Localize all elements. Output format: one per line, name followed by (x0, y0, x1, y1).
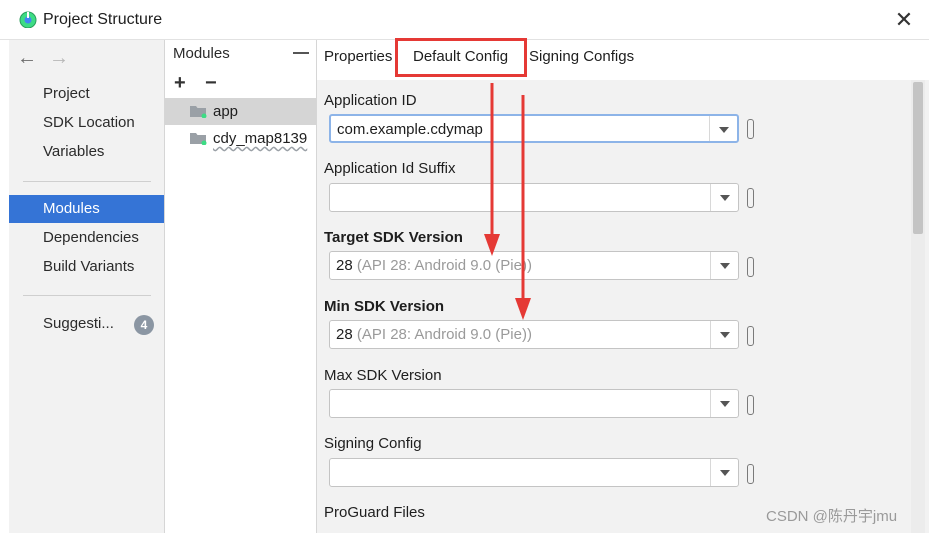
tab-bar: Properties Default Config Signing Config… (317, 38, 929, 80)
target-sdk-hint: (API 28: Android 9.0 (Pie)) (356, 257, 532, 274)
tab-signing-configs[interactable]: Signing Configs (529, 48, 634, 65)
variable-toggle-icon[interactable] (747, 119, 754, 139)
application-id-suffix-field[interactable] (329, 183, 739, 212)
target-sdk-value: 28 (API 28: Android 9.0 (Pie)) (336, 257, 532, 274)
android-studio-icon (19, 11, 37, 28)
module-item-cdy-map[interactable]: cdy_map8139 (165, 125, 316, 152)
application-id-suffix-label: Application Id Suffix (324, 160, 456, 177)
chevron-down-icon[interactable] (710, 459, 738, 486)
min-sdk-field[interactable]: 28 (API 28: Android 9.0 (Pie)) (329, 320, 739, 349)
module-folder-icon (190, 133, 207, 145)
tab-properties[interactable]: Properties (324, 48, 392, 65)
tab-highlight-box (395, 38, 527, 77)
close-icon[interactable]: ✕ (890, 6, 918, 34)
min-sdk-value: 28 (API 28: Android 9.0 (Pie)) (336, 326, 532, 343)
min-sdk-label: Min SDK Version (324, 298, 445, 315)
module-folder-icon (190, 106, 207, 118)
application-id-value: com.example.cdymap (337, 121, 483, 138)
suggestions-count-badge: 4 (134, 315, 154, 335)
arrow-left-icon[interactable]: ← (17, 47, 37, 69)
signing-config-field[interactable] (329, 458, 739, 487)
max-sdk-field[interactable] (329, 389, 739, 418)
remove-module-button[interactable]: − (205, 72, 217, 95)
scrollbar-thumb[interactable] (913, 82, 923, 234)
module-settings-panel: Properties Default Config Signing Config… (317, 38, 929, 533)
signing-config-label: Signing Config (324, 435, 422, 452)
variable-toggle-icon[interactable] (747, 464, 754, 484)
chevron-down-icon[interactable] (710, 321, 738, 348)
sidebar-item-label: Suggesti... (43, 315, 114, 332)
chevron-down-icon[interactable] (710, 184, 738, 211)
modules-panel: Modules + − app cdy_map8139 (165, 40, 317, 533)
sidebar-item-dependencies[interactable]: Dependencies (9, 224, 164, 252)
arrow-right-icon[interactable]: → (49, 47, 69, 69)
sidebar-divider (23, 295, 151, 296)
sidebar-item-variables[interactable]: Variables (9, 138, 164, 166)
module-name: cdy_map8139 (213, 130, 308, 147)
default-config-form: Application ID com.example.cdymap Applic… (319, 82, 911, 533)
variable-toggle-icon[interactable] (747, 326, 754, 346)
sidebar-item-project[interactable]: Project (9, 80, 164, 108)
module-item-app[interactable]: app (165, 98, 316, 125)
chevron-down-icon[interactable] (709, 116, 737, 141)
sidebar-item-build-variants[interactable]: Build Variants (9, 253, 164, 281)
variable-toggle-icon[interactable] (747, 395, 754, 415)
target-sdk-label: Target SDK Version (324, 229, 463, 246)
module-name: app (213, 103, 239, 120)
application-id-field[interactable]: com.example.cdymap (329, 114, 739, 143)
variable-toggle-icon[interactable] (747, 257, 754, 277)
chevron-down-icon[interactable] (710, 252, 738, 279)
window-title: Project Structure (43, 11, 163, 28)
variable-toggle-icon[interactable] (747, 188, 754, 208)
collapse-icon[interactable] (293, 52, 309, 54)
sidebar-item-suggestions[interactable]: Suggesti... 4 (9, 310, 164, 338)
sidebar-item-sdk-location[interactable]: SDK Location (9, 109, 164, 137)
add-module-button[interactable]: + (174, 72, 186, 95)
application-id-label: Application ID (324, 92, 417, 109)
sidebar: ← → Project SDK Location Variables Module… (9, 40, 165, 533)
nav-arrows: ← → (17, 47, 81, 70)
max-sdk-label: Max SDK Version (324, 367, 442, 384)
sidebar-item-modules[interactable]: Modules (9, 195, 164, 223)
modules-header: Modules (173, 45, 230, 62)
sidebar-divider (23, 181, 151, 182)
title-bar: Project Structure ✕ (0, 0, 929, 40)
min-sdk-hint: (API 28: Android 9.0 (Pie)) (356, 326, 532, 343)
target-sdk-field[interactable]: 28 (API 28: Android 9.0 (Pie)) (329, 251, 739, 280)
chevron-down-icon[interactable] (710, 390, 738, 417)
proguard-files-label: ProGuard Files (324, 504, 425, 521)
min-sdk-level: 28 (336, 326, 353, 343)
watermark-text: CSDN @陈丹宇jmu (766, 508, 898, 525)
target-sdk-level: 28 (336, 257, 353, 274)
